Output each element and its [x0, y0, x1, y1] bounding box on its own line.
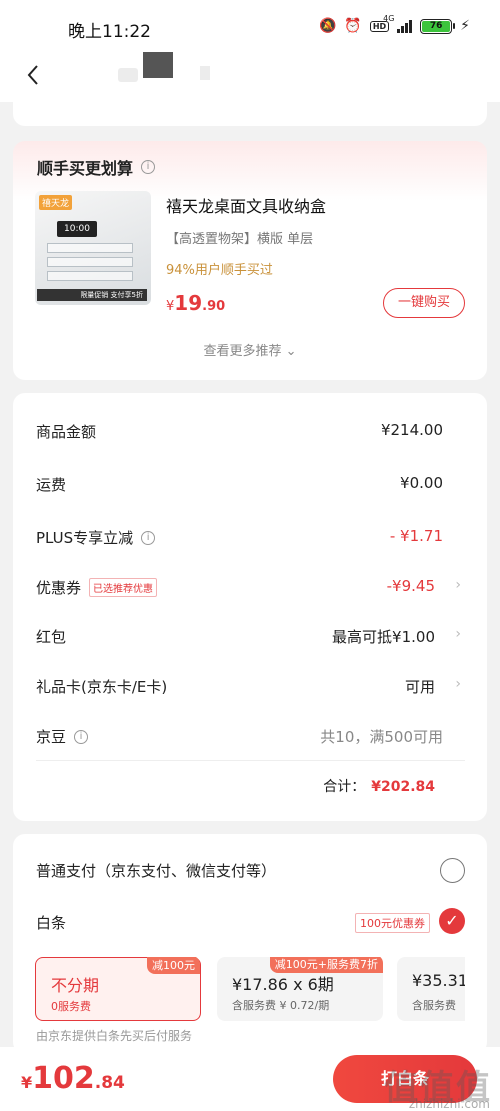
row-value: - ¥1.71	[389, 527, 443, 545]
network-type: 4G	[383, 14, 395, 23]
shelf-layer	[47, 243, 133, 253]
payment-card: 普通支付（京东支付、微信支付等） 白条 100元优惠券 ✓ 减100元 不分期 …	[13, 834, 487, 1054]
plan-main: ¥17.86 x 6期	[232, 975, 334, 994]
plan-sub: 含服务费 ¥ 0.72/期	[232, 999, 330, 1012]
recommend-card: 顺手买更划算 i 禧天龙 10:00 限量促销 支付享5折 禧天龙桌面文具收纳盒…	[13, 141, 487, 380]
row-label: 礼品卡(京东卡/E卡)	[36, 678, 168, 696]
clock-display: 10:00	[57, 221, 97, 237]
row-value: 可用	[404, 678, 435, 696]
plan-main: 不分期	[51, 976, 100, 995]
pay-currency: ¥	[21, 1073, 33, 1092]
row-label: 红包	[36, 628, 67, 646]
brand-logo: 禧天龙	[39, 195, 73, 210]
summary-row-plus: PLUS专享立减 i - ¥1.71	[36, 527, 465, 549]
row-label-text: PLUS专享立减	[36, 529, 134, 547]
row-value: ¥0.00	[400, 474, 443, 492]
row-label-text: 优惠券	[36, 579, 82, 597]
status-time: 晚上11:22	[68, 22, 151, 42]
row-label: 京豆 i	[36, 726, 89, 747]
alarm-icon: ⏰	[344, 18, 362, 34]
summary-row-giftcard[interactable]: 礼品卡(京东卡/E卡) 可用 ›	[36, 676, 465, 698]
info-icon[interactable]: i	[74, 729, 89, 744]
chevron-left-icon	[27, 65, 38, 85]
product-image[interactable]: 禧天龙 10:00 限量促销 支付享5折	[35, 191, 151, 305]
row-label-text: 京豆	[36, 728, 67, 746]
pay-amount: ¥102.84	[21, 1061, 125, 1096]
baitiao-coupon-tag: 100元优惠券	[355, 913, 430, 933]
baitiao-label[interactable]: 白条	[36, 912, 66, 933]
price-decimal: .90	[202, 299, 226, 314]
chevron-right-icon: ›	[455, 577, 461, 593]
plan-sub: 含服务费	[412, 999, 456, 1012]
plan-sub: 0服务费	[51, 1000, 91, 1013]
status-icons: 🔕 ⏰ HD 4G 76 ⚡	[318, 14, 470, 34]
normal-pay-label[interactable]: 普通支付（京东支付、微信支付等）	[36, 860, 276, 881]
info-icon[interactable]: i	[141, 160, 156, 174]
battery-icon: 76	[420, 18, 456, 34]
row-label: PLUS专享立减 i	[36, 527, 156, 548]
address-card-bottom	[13, 102, 487, 126]
product-spec: 【高透置物架】横版 单层	[166, 232, 314, 247]
price-integer: 19	[174, 291, 203, 315]
plan-option-no-installment[interactable]: 减100元 不分期 0服务费	[35, 957, 201, 1021]
product-rate: 94%用户顺手买过	[166, 263, 273, 278]
mute-icon: 🔕	[318, 18, 337, 34]
order-summary-card: 商品金额 ¥214.00 运费 ¥0.00 PLUS专享立减 i - ¥1.71…	[13, 393, 487, 821]
product-price: ¥19.90	[166, 291, 225, 315]
total-amount: ¥202.84	[371, 779, 435, 795]
bottom-pay-bar: ¥102.84 打白条 值值值 zhizhizhi.com	[0, 1047, 500, 1111]
shelf-layer	[47, 271, 133, 281]
summary-row-coupon[interactable]: 优惠券 已选推荐优惠 -¥9.45 ›	[36, 577, 465, 599]
row-value: 共10，满500可用	[320, 728, 443, 746]
signal-icon: 4G	[383, 14, 413, 33]
normal-pay-radio[interactable]	[440, 858, 465, 883]
product-name[interactable]: 禧天龙桌面文具收纳盒	[166, 193, 326, 217]
nav-redacted-block	[143, 52, 173, 78]
pay-integer: 102	[32, 1061, 95, 1096]
battery-level: 76	[422, 20, 451, 32]
plan-option-3-period[interactable]: ¥35.31 含服务费	[397, 957, 465, 1021]
summary-row-goods: 商品金额 ¥214.00	[36, 421, 465, 443]
chevron-right-icon: ›	[455, 676, 461, 692]
row-value: -¥9.45	[386, 577, 435, 595]
pay-decimal: .84	[94, 1073, 125, 1093]
row-value: 最高可抵¥1.00	[332, 628, 435, 646]
order-total: 合计： ¥202.84	[323, 776, 435, 796]
row-label: 商品金额	[36, 423, 97, 441]
divider	[36, 760, 465, 761]
row-value: ¥214.00	[380, 421, 443, 439]
shelf-layer	[47, 257, 133, 267]
recommend-title-text: 顺手买更划算	[37, 159, 134, 178]
status-bar: 晚上11:22 🔕 ⏰ HD 4G 76 ⚡	[0, 0, 500, 52]
baitiao-note: 由京东提供白条先买后付服务	[36, 1029, 193, 1043]
back-button[interactable]	[20, 58, 50, 92]
summary-row-jingdou: 京豆 i 共10，满500可用	[36, 726, 465, 748]
watermark-url: zhizhizhi.com	[408, 1097, 490, 1111]
coupon-selected-tag: 已选推荐优惠	[89, 578, 158, 597]
one-click-buy-button[interactable]: 一键购买	[383, 288, 465, 318]
summary-row-shipping: 运费 ¥0.00	[36, 474, 465, 496]
plan-option-6-period[interactable]: 减100元+服务费7折 ¥17.86 x 6期 含服务费 ¥ 0.72/期	[217, 957, 383, 1021]
info-icon[interactable]: i	[141, 530, 156, 545]
chevron-right-icon: ›	[455, 626, 461, 642]
nav-redacted-area	[118, 68, 138, 82]
nav-redacted-area-2	[200, 66, 210, 80]
row-label: 运费	[36, 476, 67, 494]
baitiao-selected-check-icon[interactable]: ✓	[439, 908, 465, 934]
nav-bar	[0, 52, 500, 102]
more-recommend-link[interactable]: 查看更多推荐 ⌄	[13, 340, 487, 359]
plan-main: ¥35.31	[412, 971, 465, 990]
plan-ribbon: 减100元	[147, 957, 200, 974]
summary-row-redpacket[interactable]: 红包 最高可抵¥1.00 ›	[36, 626, 465, 648]
promo-badge: 限量促销 支付享5折	[37, 289, 147, 301]
charging-icon: ⚡	[460, 18, 470, 34]
total-label: 合计：	[323, 779, 366, 795]
installment-plans: 减100元 不分期 0服务费 减100元+服务费7折 ¥17.86 x 6期 含…	[35, 957, 465, 1021]
recommend-title: 顺手买更划算 i	[37, 155, 156, 179]
row-label: 优惠券 已选推荐优惠	[36, 577, 158, 598]
